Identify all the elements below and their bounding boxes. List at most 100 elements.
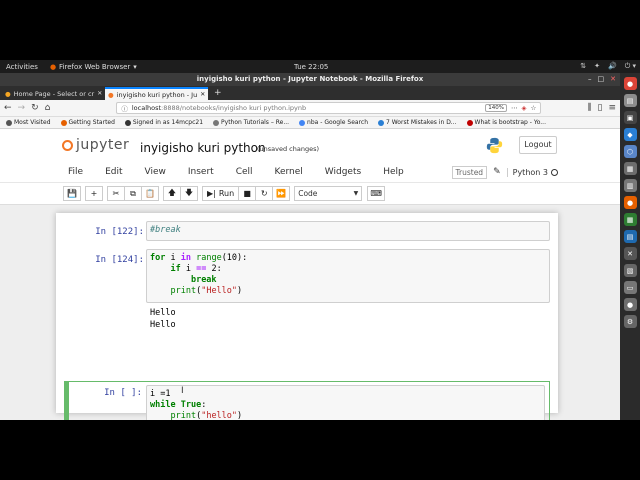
code-cell-selected[interactable]: In [ ]: i =1 while True: print("hello") … (64, 381, 550, 420)
interrupt-button[interactable]: ■ (238, 186, 257, 201)
firefox-small-icon: ● (49, 62, 57, 71)
activities-button[interactable]: Activities (6, 63, 38, 71)
slides-icon[interactable]: ▭ (623, 281, 637, 294)
bookmark-most-visited[interactable]: Most Visited (6, 119, 51, 126)
firefox-icon[interactable]: ● (623, 196, 637, 209)
mic-icon[interactable]: ● (623, 298, 637, 311)
restart-button[interactable]: ↻ (255, 186, 274, 201)
doc-icon[interactable]: ▤ (623, 230, 637, 243)
tab-close-icon[interactable]: ✕ (97, 90, 102, 97)
command-palette-button[interactable]: ⌨ (367, 186, 386, 201)
code-input[interactable]: #break (146, 221, 550, 241)
bookmark-bootstrap[interactable]: What is bootstrap - Yo... (466, 119, 546, 126)
app-menu-label: Firefox Web Browser (59, 62, 131, 71)
code-token: "Hello" (201, 286, 238, 296)
bookmark-python-tutorials[interactable]: Python Tutorials – Re... (213, 119, 289, 126)
cell-type-value: Code (298, 189, 318, 198)
zoom-indicator[interactable]: 140% (485, 104, 508, 112)
menu-insert[interactable]: Insert (188, 167, 214, 177)
jupyter-header: jupyter inyigisho kuri python (unsaved c… (0, 129, 620, 162)
new-tab-button[interactable]: + (208, 87, 228, 100)
box-icon[interactable]: ⬡ (623, 145, 637, 158)
logout-button[interactable]: Logout (519, 136, 557, 154)
reload-icon[interactable]: ↻ (31, 103, 39, 113)
cut-button[interactable]: ✂ (107, 186, 125, 201)
network-icon: ⇅ (580, 62, 587, 70)
menu-cell[interactable]: Cell (236, 167, 253, 177)
code-token: i (180, 264, 197, 274)
copy-button[interactable]: ⧉ (124, 186, 142, 201)
tab-notebook[interactable]: ● inyigisho kuri python - Ju ✕ (105, 87, 208, 100)
menu-help[interactable]: Help (383, 167, 404, 177)
code-token: for (150, 253, 166, 263)
url-bar[interactable]: ⓘ localhost:8888/notebooks/inyigisho kur… (116, 102, 542, 114)
output-line: Hello (150, 319, 176, 330)
bookmark-label: Getting Started (68, 119, 115, 126)
run-button[interactable]: ▶| Run (202, 186, 240, 201)
youtube-icon (466, 119, 473, 126)
chrome-icon[interactable]: ● (623, 77, 637, 90)
tab-close-icon[interactable]: ✕ (200, 91, 205, 98)
back-icon[interactable]: ← (4, 103, 12, 113)
code-token: i (165, 253, 181, 263)
info-icon[interactable]: ⓘ (121, 103, 128, 113)
bookmark-nba-search[interactable]: nba - Google Search (299, 119, 368, 126)
move-down-button[interactable]: 🡇 (180, 186, 198, 201)
minimize-icon[interactable]: – (588, 73, 592, 86)
code-cell[interactable]: In [124]: for i in range(10): if i == 2:… (64, 249, 550, 334)
jupyter-logo[interactable]: jupyter (62, 137, 129, 153)
forward-icon[interactable]: → (18, 103, 26, 113)
bookmark-star-icon[interactable]: ☆ (531, 104, 537, 112)
menu-kernel[interactable]: Kernel (275, 167, 303, 177)
x-icon[interactable]: ✕ (623, 247, 637, 260)
system-tray[interactable]: ⇅ ✦ 🔊 ⏻ ▾ (580, 62, 636, 71)
paste-button[interactable]: 📋 (141, 186, 159, 201)
gear-icon (6, 119, 12, 126)
terminal-icon[interactable]: ▣ (623, 111, 637, 124)
vscode-icon[interactable]: ◆ (623, 128, 637, 141)
code-input[interactable]: for i in range(10): if i == 2: break pri… (146, 249, 550, 303)
url-host: localhost (131, 104, 162, 112)
menu-edit[interactable]: Edit (105, 167, 122, 177)
insert-cell-button[interactable]: + (85, 186, 103, 201)
restart-run-all-button[interactable]: ⏩ (272, 186, 291, 201)
kernel-indicator: Python 3 (506, 167, 558, 177)
settings-icon[interactable]: ⚙ (623, 315, 637, 328)
tab-home-page[interactable]: ● Home Page - Select or cr ✕ (2, 87, 105, 100)
notebook-name[interactable]: inyigisho kuri python (140, 141, 266, 155)
jupyter-favicon-icon: ● (108, 90, 114, 99)
kernel-name: Python 3 (512, 167, 548, 177)
bookmark-getting-started[interactable]: Getting Started (60, 119, 115, 126)
files-icon[interactable]: ▤ (623, 94, 637, 107)
cell-type-select[interactable]: Code ▼ (294, 186, 363, 201)
store-icon[interactable]: ▥ (623, 179, 637, 192)
move-up-button[interactable]: 🡅 (163, 186, 181, 201)
trusted-indicator[interactable]: Trusted (451, 165, 488, 179)
menu-file[interactable]: File (68, 167, 83, 177)
maximize-icon[interactable]: □ (598, 73, 605, 86)
pocket-icon[interactable]: ◈ (522, 104, 527, 112)
close-icon[interactable]: ✕ (610, 73, 616, 86)
code-input[interactable]: i =1 while True: print("hello") (146, 385, 545, 420)
bookmarks-toolbar: Most Visited Getting Started Signed in a… (0, 117, 620, 129)
google-icon (299, 119, 306, 126)
image-icon[interactable]: ▧ (623, 264, 637, 277)
clock[interactable]: Tue 22:05 (294, 63, 328, 71)
bookmark-worst-mistakes[interactable]: 7 Worst Mistakes in D... (378, 119, 457, 126)
bookmark-signed-in[interactable]: Signed in as 14mcpc21 (124, 119, 203, 126)
bookmark-label: Python Tutorials – Re... (221, 119, 290, 126)
archive-icon[interactable]: ▦ (623, 162, 637, 175)
edit-pencil-icon[interactable]: ✎ (493, 167, 501, 177)
code-cell[interactable]: In [122]: #break (64, 221, 550, 243)
save-button[interactable]: 💾 (63, 186, 81, 201)
more-actions-icon[interactable]: ⋯ (511, 104, 518, 112)
library-icon[interactable]: ⫼ (587, 103, 591, 113)
sheet-icon[interactable]: ▦ (623, 213, 637, 226)
menu-widgets[interactable]: Widgets (325, 167, 361, 177)
sidebar-icon[interactable]: ▯ (598, 103, 603, 113)
menu-view[interactable]: View (145, 167, 166, 177)
home-icon[interactable]: ⌂ (45, 103, 51, 113)
input-prompt: In [ ]: (104, 388, 142, 398)
app-menu[interactable]: ● Firefox Web Browser ▾ (50, 63, 137, 71)
hamburger-menu-icon[interactable]: ≡ (608, 103, 616, 113)
